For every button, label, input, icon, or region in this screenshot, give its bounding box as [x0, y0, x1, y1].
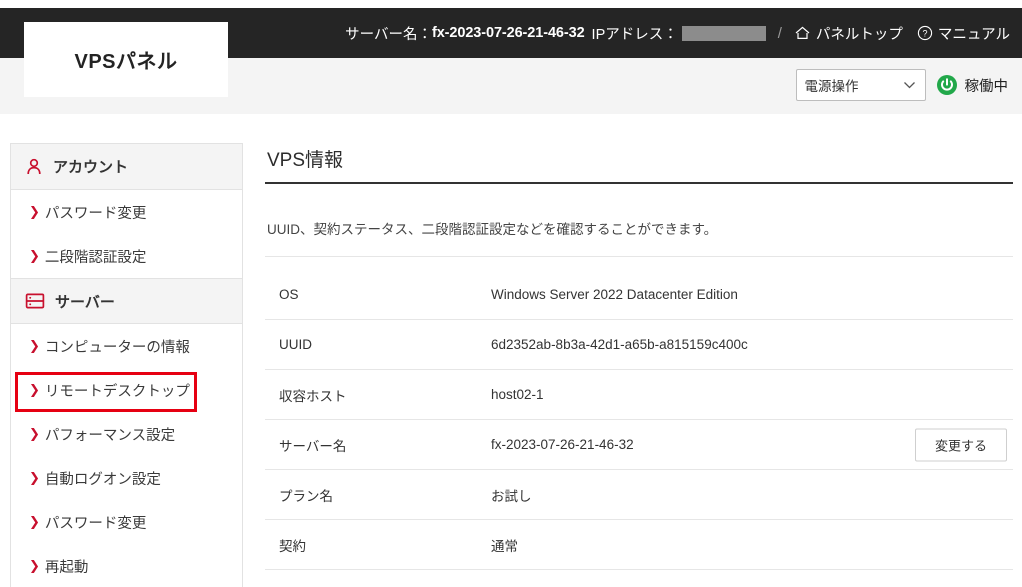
sidebar-section-server-label: サーバー [55, 293, 115, 311]
chevron-right-icon: ❯ [29, 204, 40, 219]
chevron-right-icon: ❯ [29, 338, 40, 353]
row-key: OS [279, 287, 299, 302]
sidebar-item-password-change-account[interactable]: ❯ パスワード変更 [11, 190, 242, 234]
sidebar-item-remote-desktop[interactable]: ❯ リモートデスクトップ [11, 368, 242, 412]
chevron-down-icon [903, 78, 916, 93]
sidebar-section-server: サーバー [11, 278, 242, 324]
sidebar-item-password-change-server[interactable]: ❯ パスワード変更 [11, 500, 242, 544]
chevron-right-icon: ❯ [29, 248, 40, 263]
title-divider [265, 182, 1013, 184]
site-logo[interactable]: VPSパネル [24, 22, 228, 97]
svg-text:?: ? [922, 29, 927, 39]
sidebar-item-label: パスワード変更 [44, 205, 147, 222]
manual-label: マニュアル [937, 26, 1010, 43]
power-operation-value: 電源操作 [804, 79, 859, 94]
row-value: 6d2352ab-8b3a-42d1-a65b-a815159c400c [491, 337, 748, 352]
page-title: VPS情報 [267, 150, 344, 171]
power-operation-select[interactable]: 電源操作 [795, 69, 926, 101]
row-key: 契約 [279, 538, 306, 554]
ip-address-redacted-value [681, 25, 766, 41]
table-row: プラン名 お試し [265, 470, 1013, 520]
header-separator: / [777, 24, 782, 42]
row-key: サーバー名 [279, 438, 347, 454]
sidebar-item-label: 自動ログオン設定 [44, 471, 161, 488]
row-value: host02-1 [491, 387, 544, 402]
sidebar-item-label: コンピューターの情報 [44, 339, 190, 356]
sidebar-navigation: アカウント ❯ パスワード変更 ❯ 二段階認証設定 サーバー ❯ コンピューター… [10, 143, 243, 587]
row-key: プラン名 [279, 488, 333, 504]
chevron-right-icon: ❯ [29, 558, 40, 573]
ip-address-label: IPアドレス： [591, 26, 678, 43]
server-rack-icon [25, 292, 45, 310]
power-on-icon [936, 74, 958, 96]
header-info-group: サーバー名： fx-2023-07-26-21-46-32 IPアドレス： / … [345, 8, 1010, 58]
vps-panel-page: サーバー名： fx-2023-07-26-21-46-32 IPアドレス： / … [0, 0, 1022, 587]
logo-label: VPSパネル [74, 51, 178, 73]
account-person-icon [25, 158, 43, 176]
server-name-label: サーバー名： [345, 26, 432, 43]
change-server-name-button[interactable]: 変更する [915, 428, 1007, 461]
row-key: UUID [279, 337, 312, 352]
panel-top-label: パネルトップ [815, 26, 903, 43]
sidebar-item-performance-settings[interactable]: ❯ パフォーマンス設定 [11, 412, 242, 456]
panel-top-link[interactable]: パネルトップ [794, 23, 903, 44]
sidebar-item-label: 再起動 [44, 559, 89, 576]
table-row: サーバー名 fx-2023-07-26-21-46-32 変更する [265, 420, 1013, 470]
power-controls-group: 電源操作 稼働中 [795, 69, 1009, 101]
sidebar-item-two-factor-auth[interactable]: ❯ 二段階認証設定 [11, 234, 242, 278]
manual-link[interactable]: ? マニュアル [917, 23, 1010, 44]
sidebar-item-label: 二段階認証設定 [44, 249, 147, 266]
sidebar-item-label: パスワード変更 [44, 515, 147, 532]
sidebar-item-computer-info[interactable]: ❯ コンピューターの情報 [11, 324, 242, 368]
row-value: Windows Server 2022 Datacenter Edition [491, 287, 738, 302]
sidebar-item-label: パフォーマンス設定 [44, 427, 176, 444]
sidebar-item-label: リモートデスクトップ [44, 383, 190, 400]
sidebar-item-auto-logon-settings[interactable]: ❯ 自動ログオン設定 [11, 456, 242, 500]
chevron-right-icon: ❯ [29, 382, 40, 397]
sidebar-section-account-label: アカウント [53, 159, 129, 176]
table-row: 契約 通常 [265, 520, 1013, 570]
chevron-right-icon: ❯ [29, 514, 40, 529]
sidebar-item-restart[interactable]: ❯ 再起動 [11, 544, 242, 587]
question-circle-icon: ? [917, 25, 933, 41]
server-status-indicator: 稼働中 [936, 74, 1009, 96]
server-name-value: fx-2023-07-26-21-46-32 [431, 25, 585, 41]
table-row: 収容ホスト host02-1 [265, 370, 1013, 420]
main-content: VPS情報 UUID、契約ステータス、二段階認証設定などを確認することができます… [265, 145, 1013, 587]
row-value: お試し [491, 488, 532, 504]
table-row: OS Windows Server 2022 Datacenter Editio… [265, 270, 1013, 320]
sidebar-section-account: アカウント [11, 144, 242, 190]
row-key: 収容ホスト [279, 388, 347, 404]
page-description: UUID、契約ステータス、二段階認証設定などを確認することができます。 [265, 198, 1013, 257]
status-badge: 稼働中 [964, 78, 1009, 95]
chevron-right-icon: ❯ [29, 426, 40, 441]
chevron-right-icon: ❯ [29, 470, 40, 485]
home-icon [794, 25, 811, 41]
row-value: 通常 [491, 538, 518, 554]
table-row: UUID 6d2352ab-8b3a-42d1-a65b-a815159c400… [265, 320, 1013, 370]
table-row: CPU 2コア [265, 570, 1013, 587]
